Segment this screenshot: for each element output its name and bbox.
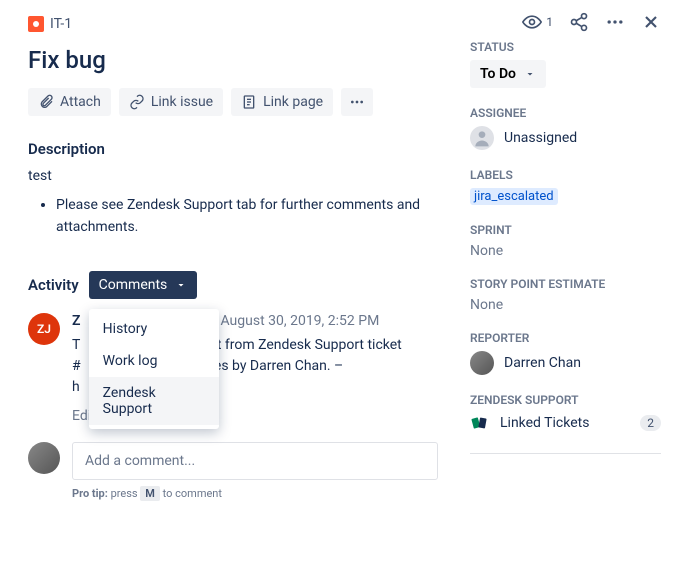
- assignee-label: ASSIGNEE: [470, 106, 661, 120]
- label-tag[interactable]: jira_escalated: [470, 188, 558, 205]
- attach-button[interactable]: Attach: [28, 88, 111, 116]
- reporter-avatar: [470, 351, 494, 375]
- assignee-field[interactable]: Unassigned: [470, 126, 661, 150]
- project-icon: [28, 16, 44, 32]
- comment-date: August 30, 2019, 2:52 PM: [220, 313, 379, 329]
- linked-tickets-row[interactable]: Linked Tickets 2: [470, 413, 661, 433]
- current-user-avatar[interactable]: [28, 442, 60, 474]
- breadcrumb[interactable]: IT-1: [28, 16, 438, 32]
- menu-item-zendesk[interactable]: Zendesk Support: [89, 377, 219, 425]
- status-button[interactable]: To Do: [470, 60, 546, 88]
- add-comment-input[interactable]: Add a comment...: [72, 442, 438, 480]
- share-icon[interactable]: [569, 12, 589, 32]
- attach-icon: [38, 94, 54, 110]
- chevron-down-icon: [175, 279, 187, 291]
- storypoint-value[interactable]: None: [470, 297, 661, 313]
- reporter-field[interactable]: Darren Chan: [470, 351, 661, 375]
- unassigned-avatar: [470, 126, 494, 150]
- reporter-label: REPORTER: [470, 331, 661, 345]
- description-bullet: Please see Zendesk Support tab for furth…: [56, 194, 438, 239]
- sprint-label: SPRINT: [470, 223, 661, 237]
- labels-label: LABELS: [470, 168, 661, 182]
- chevron-down-icon: [524, 68, 536, 80]
- sprint-value[interactable]: None: [470, 243, 661, 259]
- more-icon: [349, 94, 365, 110]
- close-icon[interactable]: [641, 12, 661, 32]
- more-actions-button[interactable]: [341, 88, 373, 116]
- link-icon: [129, 94, 145, 110]
- divider: [470, 453, 661, 454]
- more-icon[interactable]: [605, 12, 625, 32]
- activity-filter-button[interactable]: Comments: [89, 271, 198, 299]
- link-issue-button[interactable]: Link issue: [119, 88, 223, 116]
- watch-button[interactable]: 1: [522, 12, 553, 32]
- linked-count-badge: 2: [640, 415, 661, 431]
- tickets-icon: [470, 413, 490, 433]
- description-heading: Description: [28, 140, 438, 158]
- issue-key: IT-1: [50, 16, 72, 32]
- zendesk-label: ZENDESK SUPPORT: [470, 393, 661, 407]
- pro-tip: Pro tip: press M to comment: [72, 486, 438, 501]
- status-label: STATUS: [470, 40, 661, 54]
- link-page-button[interactable]: Link page: [231, 88, 333, 116]
- menu-item-history[interactable]: History: [89, 313, 219, 345]
- page-icon: [241, 94, 257, 110]
- activity-filter-menu: History Work log Zendesk Support: [89, 309, 219, 429]
- description-body[interactable]: test: [28, 168, 438, 184]
- activity-heading: Activity: [28, 276, 79, 294]
- storypoint-label: STORY POINT ESTIMATE: [470, 277, 661, 291]
- menu-item-worklog[interactable]: Work log: [89, 345, 219, 377]
- comment-avatar[interactable]: ZJ: [28, 313, 60, 345]
- eye-icon: [522, 12, 542, 32]
- issue-title[interactable]: Fix bug: [28, 46, 438, 74]
